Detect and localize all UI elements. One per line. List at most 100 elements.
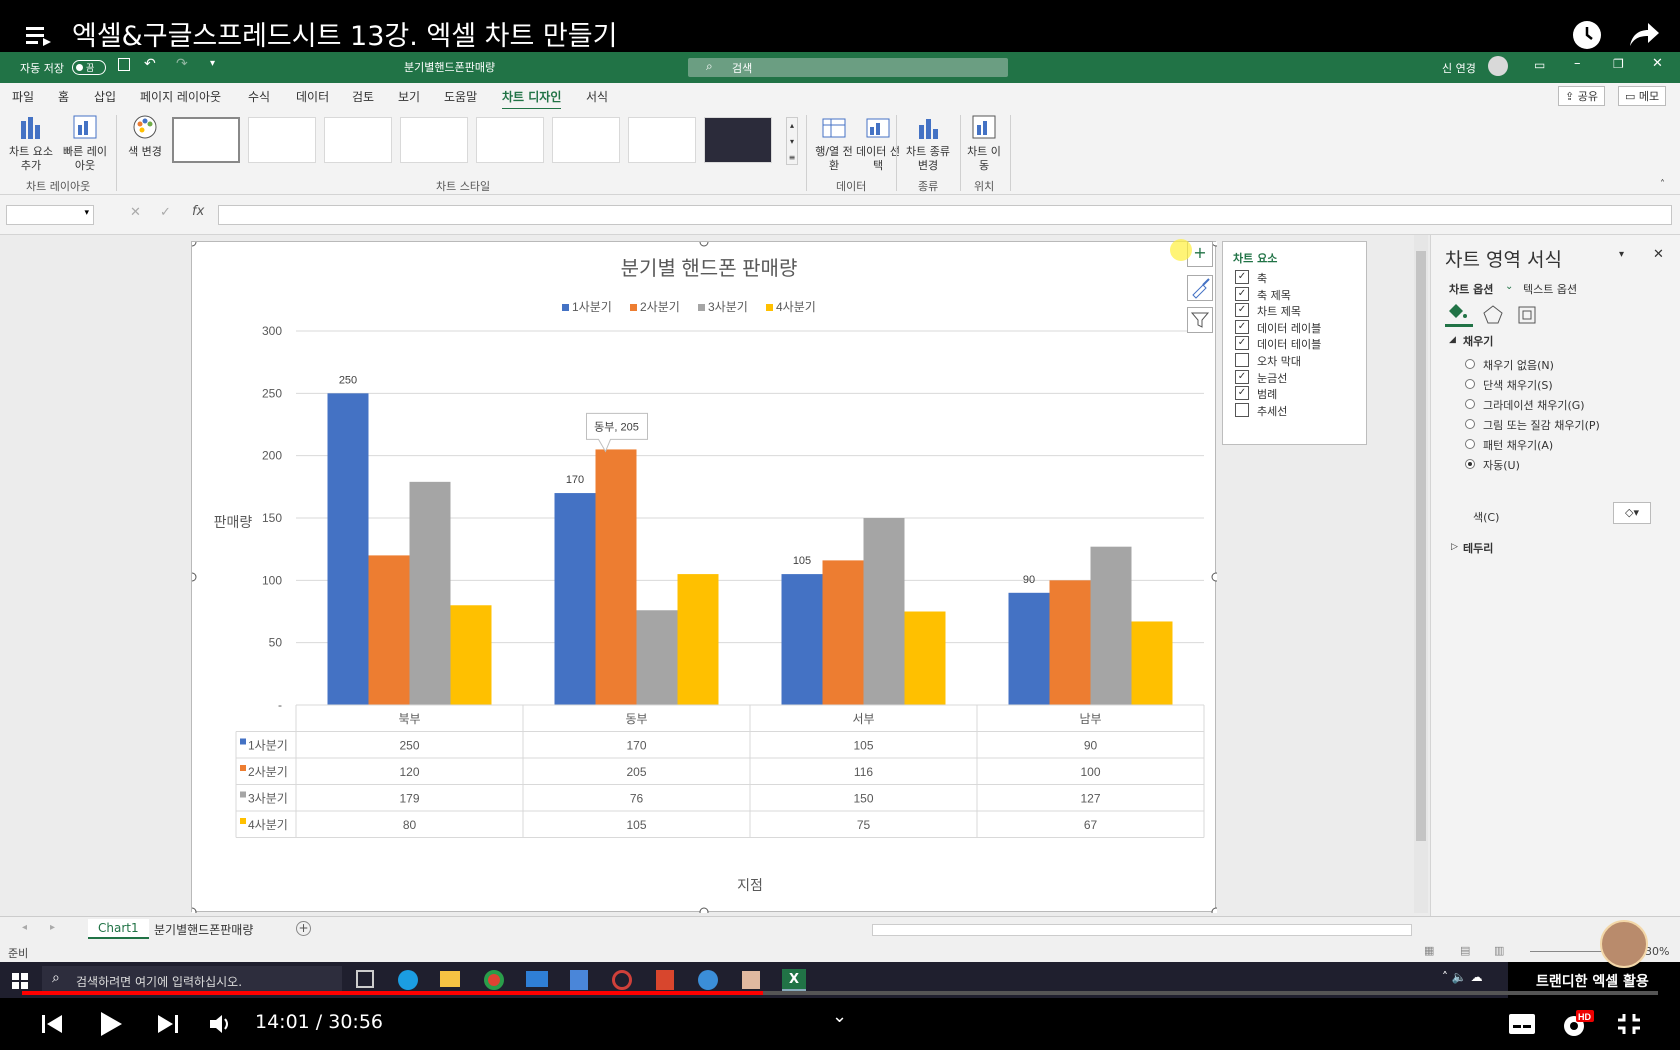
chart-style-4[interactable] [400, 117, 468, 163]
tray-icons[interactable]: ˄ 🔈 ☁ [1442, 970, 1483, 984]
memo-button[interactable]: ▭ 메모 [1618, 86, 1667, 106]
effects-pentagon-icon[interactable] [1481, 303, 1505, 325]
next-sheet-icon[interactable]: ▸ [50, 922, 55, 933]
sheet-tab-data[interactable]: 분기별핸드폰판매량 [154, 921, 253, 938]
playlist-icon[interactable] [26, 26, 52, 46]
switch-row-column-button[interactable]: 행/열 전환 [812, 113, 856, 173]
sheet-tab-chart1[interactable]: Chart1 [88, 919, 149, 939]
checkbox-3[interactable]: ✓ [1235, 319, 1249, 334]
horizontal-scrollbar[interactable] [872, 924, 1412, 936]
formula-input[interactable] [218, 205, 1672, 225]
chart-options-tab[interactable]: 차트 옵션 [1449, 281, 1493, 297]
sync-icon[interactable] [612, 970, 632, 990]
taskbar-search[interactable]: ⌕ 검색하려면 여기에 입력하십시오. [42, 966, 342, 994]
border-section-title[interactable]: 테두리 [1463, 540, 1493, 556]
avatar[interactable] [1488, 56, 1508, 76]
app-icon[interactable] [570, 970, 588, 990]
add-sheet-button[interactable]: + [296, 921, 311, 936]
fill-line-tab[interactable] [1445, 301, 1473, 327]
tab-help[interactable]: 도움말 [444, 88, 477, 105]
restore-icon[interactable]: ❐ [1613, 57, 1624, 71]
chart-area[interactable]: 분기별 핸드폰 판매량 1사분기 2사분기 3사분기 4사분기 - 50 100 150 200 2… [187, 237, 1221, 917]
settings-icon[interactable]: HD [1560, 1008, 1594, 1040]
chart-filters-button[interactable] [1187, 307, 1213, 333]
fill-section-title[interactable]: 채우기 [1463, 333, 1493, 349]
change-colors-button[interactable]: 색 변경 [124, 113, 166, 159]
minimize-icon[interactable]: – [1574, 56, 1581, 71]
video-progress-bar[interactable] [22, 991, 1658, 995]
undo-icon[interactable]: ↶ [144, 56, 156, 72]
photos-icon[interactable] [742, 971, 760, 989]
fill-radio[interactable] [1465, 399, 1475, 409]
customize-qat-icon[interactable]: ▾ [210, 58, 215, 69]
checkbox-4[interactable]: ✓ [1235, 336, 1249, 351]
share-icon[interactable] [1628, 20, 1660, 48]
change-chart-type-button[interactable]: 차트 종류 변경 [902, 113, 954, 173]
text-options-tab[interactable]: 텍스트 옵션 [1523, 281, 1577, 297]
checkbox-8[interactable] [1235, 402, 1249, 417]
cancel-icon[interactable]: ✕ [130, 205, 141, 220]
tab-home[interactable]: 홈 [58, 88, 69, 105]
prev-sheet-icon[interactable]: ◂ [22, 922, 27, 933]
fill-radio[interactable] [1465, 439, 1475, 449]
vertical-scrollbar[interactable] [1414, 235, 1428, 915]
play-icon[interactable] [98, 1010, 124, 1038]
gallery-scroll[interactable]: ▴ ▾ ≡ [786, 117, 798, 165]
page-break-view-icon[interactable]: ▥ [1494, 944, 1504, 957]
checkbox-1[interactable]: ✓ [1235, 286, 1249, 301]
tab-insert[interactable]: 삽입 [94, 88, 116, 105]
chart-style-3[interactable] [324, 117, 392, 163]
checkbox-0[interactable]: ✓ [1235, 270, 1249, 284]
pane-close-icon[interactable]: ✕ [1653, 247, 1664, 262]
save-icon[interactable] [118, 58, 130, 71]
chart-style-8[interactable] [704, 117, 772, 163]
tab-format[interactable]: 서식 [586, 88, 608, 105]
quick-layout-button[interactable]: 빠른 레이아웃 [60, 113, 110, 173]
chart-style-5[interactable] [476, 117, 544, 163]
pane-options-icon[interactable]: ▾ [1619, 249, 1624, 260]
close-icon[interactable]: ✕ [1652, 56, 1663, 71]
subtitles-icon[interactable] [1508, 1012, 1536, 1036]
tab-chart-design[interactable]: 차트 디자인 [502, 88, 562, 111]
windows-start-icon[interactable] [12, 973, 28, 989]
fill-expand-icon[interactable]: ◢ [1449, 335, 1456, 345]
chart-style-2[interactable] [248, 117, 316, 163]
normal-view-icon[interactable]: ▦ [1424, 944, 1434, 957]
expand-chevron-icon[interactable]: ⌄ [832, 1006, 847, 1027]
tab-file[interactable]: 파일 [12, 88, 34, 105]
task-view-icon[interactable] [356, 970, 374, 988]
watch-later-icon[interactable] [1572, 20, 1602, 50]
tab-page-layout[interactable]: 페이지 레이아웃 [140, 88, 221, 105]
autosave-toggle[interactable]: 끔 [72, 60, 106, 75]
fill-radio[interactable] [1465, 459, 1475, 469]
collapse-ribbon-icon[interactable]: ˄ [1660, 179, 1665, 190]
border-expand-icon[interactable]: ▷ [1451, 542, 1458, 552]
checkbox-2[interactable]: ✓ [1235, 303, 1249, 318]
size-properties-icon[interactable] [1515, 303, 1539, 325]
internet-explorer-icon[interactable] [698, 970, 718, 990]
checkbox-6[interactable]: ✓ [1235, 369, 1249, 384]
checkbox-7[interactable]: ✓ [1235, 386, 1249, 401]
share-button[interactable]: ⇪ 공유 [1558, 86, 1605, 106]
insert-function-icon[interactable]: fx [192, 204, 204, 219]
move-chart-button[interactable]: 차트 이동 [964, 113, 1004, 173]
page-layout-view-icon[interactable]: ▤ [1460, 944, 1470, 957]
tab-review[interactable]: 검토 [352, 88, 374, 105]
chart-style-7[interactable] [628, 117, 696, 163]
chrome-icon[interactable] [484, 970, 504, 990]
next-icon[interactable] [156, 1012, 180, 1036]
checkbox-5[interactable] [1235, 353, 1249, 367]
chart-style-1[interactable] [172, 117, 240, 163]
search-box[interactable]: ⌕ 검색 [688, 58, 1008, 77]
add-chart-element-button[interactable]: 차트 요소 추가 [6, 113, 56, 173]
volume-icon[interactable] [208, 1012, 234, 1036]
mail-icon[interactable] [526, 971, 548, 987]
enter-icon[interactable]: ✓ [160, 205, 171, 220]
file-explorer-icon[interactable] [440, 971, 460, 987]
fill-radio[interactable] [1465, 359, 1475, 369]
fill-radio[interactable] [1465, 379, 1475, 389]
excel-taskbar-icon[interactable]: X [782, 969, 806, 991]
select-data-button[interactable]: 데이터 선택 [856, 113, 900, 173]
chart-style-6[interactable] [552, 117, 620, 163]
previous-icon[interactable] [40, 1012, 64, 1036]
